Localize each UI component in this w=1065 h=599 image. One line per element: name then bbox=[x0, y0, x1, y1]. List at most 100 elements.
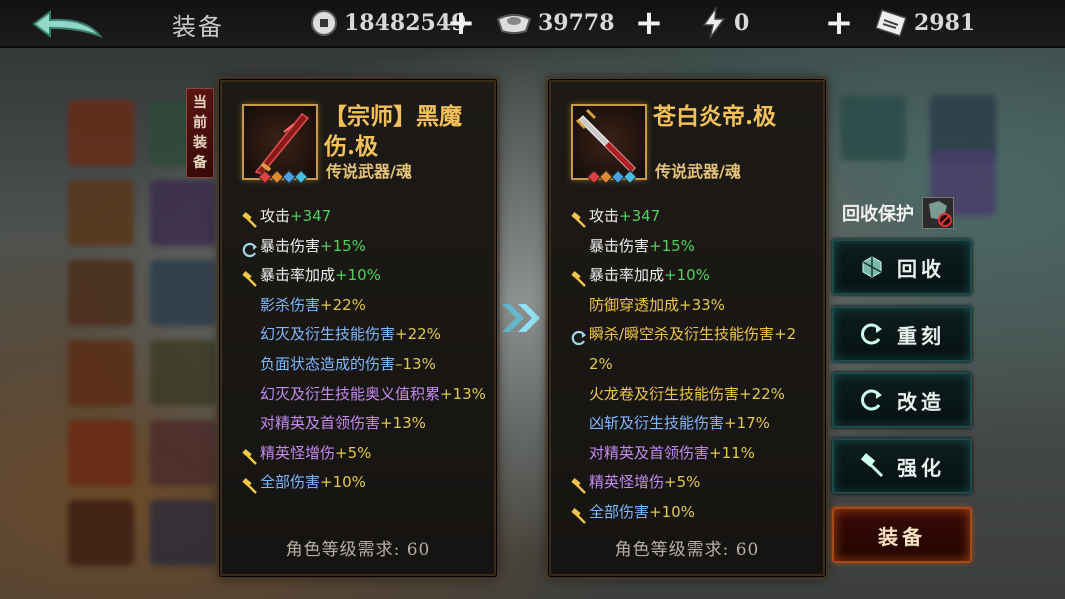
current-level-requirement: 角色等级需求: 60 bbox=[285, 540, 431, 560]
recycle-icon bbox=[859, 254, 885, 280]
current-item-name: 【宗师】黑魔伤.极 bbox=[324, 103, 462, 160]
bg-inventory-cell bbox=[150, 500, 216, 566]
stat-value: +5% bbox=[664, 473, 701, 492]
equip-label: 装备 bbox=[878, 524, 926, 549]
stat-row: 暴击伤害+15% bbox=[242, 232, 488, 262]
stat-row: 对精英及首领伤害+11% bbox=[571, 439, 817, 469]
new-item-thumbnail[interactable] bbox=[571, 104, 647, 180]
new-item-panel: 苍白炎帝.极 传说武器/魂 攻击+347 暴击伤害+15% 暴击率加成+10% 防御穿… bbox=[545, 76, 829, 580]
socket-gems bbox=[257, 169, 309, 185]
back-arrow-icon bbox=[32, 10, 104, 39]
stat-name: 全部伤害 bbox=[589, 502, 650, 521]
compare-arrow-icon bbox=[500, 302, 544, 334]
stat-row: 暴击率加成+10% bbox=[242, 261, 488, 291]
bg-inventory-cell bbox=[68, 340, 134, 406]
stat-value: +10% bbox=[649, 502, 695, 521]
stat-row: 瞬杀/瞬空杀及衍生技能伤害+22% bbox=[571, 320, 817, 379]
recycle-button[interactable]: 回收 bbox=[832, 239, 972, 295]
stat-name: 精英怪增伤 bbox=[260, 443, 336, 462]
stat-name: 精英怪增伤 bbox=[589, 473, 665, 492]
hammer-icon bbox=[859, 453, 885, 479]
bg-inventory-cell bbox=[150, 180, 216, 246]
add-energy-button[interactable]: + bbox=[824, 6, 854, 40]
bg-inventory-cell bbox=[68, 420, 134, 486]
add-coins-button[interactable]: + bbox=[446, 6, 476, 40]
stat-name: 对精英及首领伤害 bbox=[260, 414, 381, 433]
tickets-counter: 2981 bbox=[874, 6, 975, 40]
current-tag-text: 当前装备 bbox=[193, 95, 207, 171]
hammer-icon bbox=[242, 475, 258, 495]
ingots-value: 39778 bbox=[538, 10, 615, 36]
bg-inventory-cell bbox=[150, 340, 216, 406]
stat-row: 全部伤害+10% bbox=[242, 468, 488, 498]
new-level-requirement: 角色等级需求: 60 bbox=[614, 540, 760, 560]
sword-icon bbox=[254, 112, 310, 175]
reforge-button[interactable]: 重刻 bbox=[832, 306, 972, 362]
stat-row: 暴击伤害+15% bbox=[571, 232, 817, 262]
modify-button[interactable]: 改造 bbox=[832, 372, 972, 428]
refresh-icon bbox=[859, 387, 885, 413]
bg-inventory-cell bbox=[150, 420, 216, 486]
stat-row: 幻灭及衍生技能奥义值积累+13% bbox=[242, 380, 488, 410]
add-ingots-button[interactable]: + bbox=[634, 6, 664, 40]
enhance-button[interactable]: 强化 bbox=[832, 438, 972, 494]
recycle-protect: 回收保护 bbox=[842, 197, 954, 229]
stat-value: +5% bbox=[335, 443, 372, 462]
stat-row: 影杀伤害+22% bbox=[242, 291, 488, 321]
bg-inventory-cell bbox=[840, 95, 906, 161]
stat-row: 对精英及首领伤害+13% bbox=[242, 409, 488, 439]
ticket-icon bbox=[874, 9, 908, 37]
recycle-protect-toggle[interactable] bbox=[922, 197, 954, 229]
bg-inventory-cell bbox=[150, 260, 216, 326]
stat-name: 攻击 bbox=[260, 207, 291, 225]
back-button[interactable] bbox=[30, 8, 104, 40]
bg-inventory-cell bbox=[68, 100, 134, 166]
new-item-stats: 攻击+347 暴击伤害+15% 暴击率加成+10% 防御穿透加成+33% 瞬杀/瞬空杀及… bbox=[571, 202, 817, 528]
stat-value: +10% bbox=[664, 266, 710, 285]
current-item-panel: 【宗师】黑魔伤.极 传说武器/魂 攻击+347 暴击伤害+15% 暴击率加成+10%… bbox=[216, 76, 500, 580]
stat-row: 防御穿透加成+33% bbox=[571, 291, 817, 321]
sword-icon bbox=[575, 108, 636, 173]
stat-value: +347 bbox=[290, 207, 332, 225]
stat-value: +22% bbox=[395, 325, 441, 344]
stat-name: 火龙卷及衍生技能伤害 bbox=[589, 384, 740, 403]
stat-name: 暴击率加成 bbox=[260, 266, 336, 285]
hammer-icon bbox=[242, 209, 258, 228]
gem-icon bbox=[293, 169, 309, 185]
stat-name: 幻灭及衍生技能伤害 bbox=[260, 325, 396, 344]
stat-row: 凶斩及衍生技能伤害+17% bbox=[571, 409, 817, 439]
stat-row: 精英怪增伤+5% bbox=[242, 439, 488, 469]
stat-name: 负面状态造成的伤害 bbox=[260, 354, 396, 373]
stat-name: 攻击 bbox=[589, 207, 620, 225]
top-bar: 装备 18482549 + 39778 + 0 + 2981 bbox=[0, 0, 1065, 48]
current-item-stats: 攻击+347 暴击伤害+15% 暴击率加成+10% 影杀伤害+22% 幻灭及衍生技能伤害… bbox=[242, 202, 488, 498]
ingots-counter: 39778 bbox=[496, 6, 615, 40]
socket-gems bbox=[586, 169, 638, 185]
stat-name: 幻灭及衍生技能奥义值积累 bbox=[260, 384, 441, 403]
stat-row: 全部伤害+10% bbox=[571, 498, 817, 528]
hammer-icon bbox=[242, 446, 258, 465]
tickets-value: 2981 bbox=[914, 10, 976, 36]
stat-name: 对精英及首领伤害 bbox=[589, 443, 710, 462]
hammer-icon bbox=[571, 209, 587, 228]
bg-inventory-cell bbox=[68, 500, 134, 566]
current-item-type: 传说武器/魂 bbox=[326, 162, 412, 181]
stat-value: +22% bbox=[320, 295, 366, 314]
stat-value: +10% bbox=[335, 266, 381, 285]
coin-icon bbox=[310, 9, 338, 37]
stat-name: 瞬杀/瞬空杀及衍生技能伤害 bbox=[589, 325, 775, 344]
coins-counter: 18482549 bbox=[310, 6, 466, 40]
stat-value: +11% bbox=[709, 443, 755, 462]
hammer-icon bbox=[242, 268, 258, 288]
equip-button[interactable]: 装备 bbox=[832, 507, 972, 563]
stat-name: 暴击伤害 bbox=[589, 236, 650, 255]
gem-icon bbox=[622, 169, 638, 185]
lightning-icon bbox=[700, 7, 728, 39]
stat-row: 火龙卷及衍生技能伤害+22% bbox=[571, 380, 817, 410]
hammer-icon bbox=[571, 475, 587, 495]
shield-no-icon bbox=[929, 201, 952, 227]
current-item-thumbnail[interactable] bbox=[242, 104, 318, 180]
enhance-label: 强化 bbox=[897, 455, 945, 480]
stat-value: +17% bbox=[724, 414, 770, 433]
stat-row: 暴击率加成+10% bbox=[571, 261, 817, 291]
